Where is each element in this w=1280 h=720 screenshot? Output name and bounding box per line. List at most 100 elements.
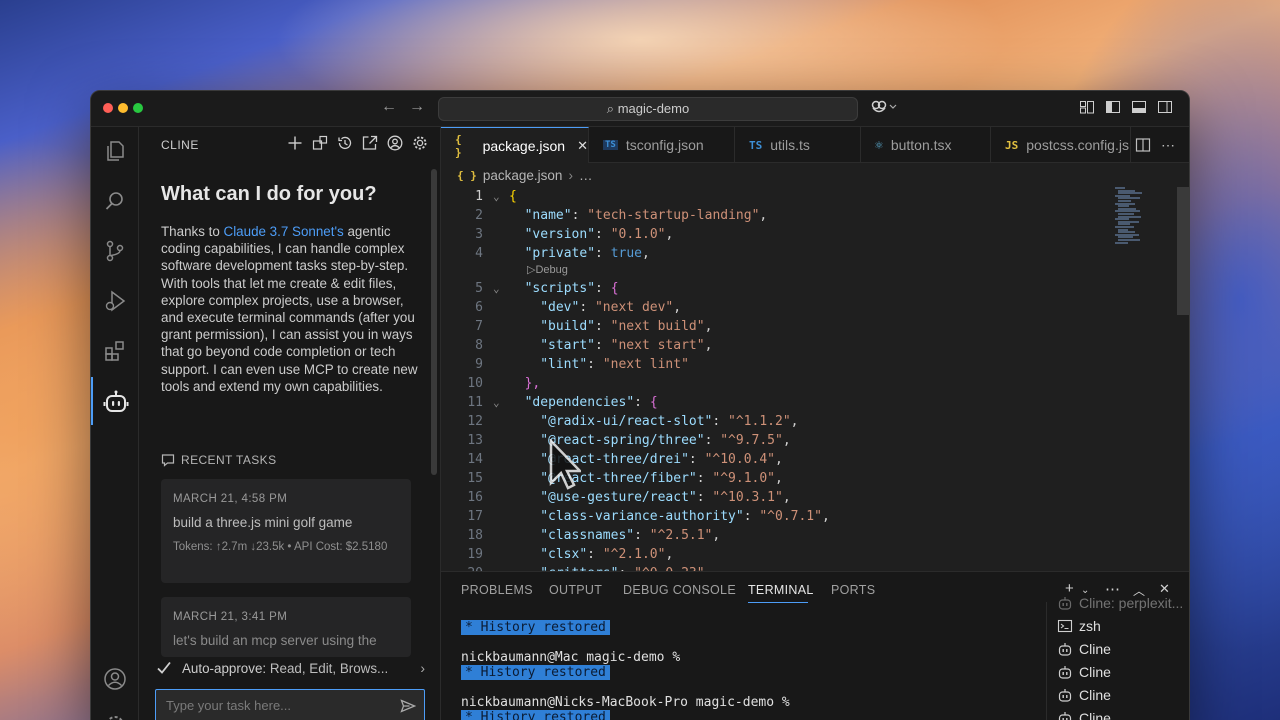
manage-gear-icon[interactable] bbox=[103, 713, 127, 720]
history-icon[interactable] bbox=[337, 135, 353, 151]
json-value: "^1.1.2" bbox=[728, 414, 791, 429]
tab-terminal[interactable]: TERMINAL bbox=[748, 583, 814, 597]
terminal-line: nickbaumann@Mac magic-demo % bbox=[461, 650, 680, 666]
split-editor-icon[interactable] bbox=[1135, 137, 1151, 156]
json-value: "^9.1.0" bbox=[712, 471, 776, 486]
line-number: 5 bbox=[475, 281, 483, 296]
json-value: "next dev" bbox=[594, 300, 674, 315]
search-icon[interactable] bbox=[103, 189, 127, 213]
sidebar-scrollbar[interactable] bbox=[431, 169, 437, 475]
auto-approve-toggle[interactable]: Auto-approve: Read, Edit, Brows... › bbox=[155, 657, 425, 679]
toggle-primary-sidebar-icon[interactable] bbox=[1105, 99, 1121, 118]
line-number: 19 bbox=[467, 547, 483, 562]
terminal-icon bbox=[1057, 619, 1073, 633]
code-line: 15 "@react-three/fiber": "^9.1.0", bbox=[441, 469, 1141, 488]
forward-arrow-icon[interactable]: → bbox=[409, 98, 425, 116]
settings-gear-icon[interactable] bbox=[412, 135, 428, 151]
copilot-icon[interactable] bbox=[871, 99, 897, 118]
checkmark-icon[interactable] bbox=[155, 659, 173, 677]
json-value: "^2.5.1" bbox=[649, 528, 713, 543]
json-value: "tech-startup-landing" bbox=[587, 208, 760, 223]
command-center-search[interactable]: ⌕ magic-demo bbox=[438, 97, 858, 121]
back-arrow-icon[interactable]: ← bbox=[381, 98, 397, 116]
line-number: 18 bbox=[467, 528, 483, 543]
code-line: 17 "class-variance-authority": "^0.7.1", bbox=[441, 507, 1141, 526]
terminal-list-item[interactable]: Cline bbox=[1057, 661, 1111, 683]
terminal-list-item[interactable]: Cline bbox=[1057, 707, 1111, 720]
fold-chevron-icon[interactable]: ⌄ bbox=[493, 393, 500, 412]
minimize-window-button[interactable] bbox=[118, 103, 128, 113]
run-debug-icon[interactable] bbox=[103, 289, 127, 313]
fold-chevron-icon[interactable]: ⌄ bbox=[493, 279, 500, 298]
tab-tsconfig-json[interactable]: TS tsconfig.json bbox=[589, 127, 735, 163]
line-number: 6 bbox=[475, 300, 483, 315]
cline-sidebar: CLINE What can I do for you? Thanks to C… bbox=[139, 127, 441, 720]
more-actions-icon[interactable]: ⋯ bbox=[1161, 137, 1175, 154]
task-input-placeholder: Type your task here... bbox=[166, 698, 292, 713]
cline-robot-icon bbox=[1058, 712, 1072, 720]
mcp-servers-icon[interactable] bbox=[312, 135, 328, 151]
tab-postcss-config-js[interactable]: JS postcss.config.js bbox=[991, 127, 1131, 163]
terminal-list-item[interactable]: Cline bbox=[1057, 684, 1111, 706]
terminal-list-item[interactable]: Cline: perplexit... bbox=[1057, 592, 1183, 614]
tab-debug-console[interactable]: DEBUG CONSOLE bbox=[623, 583, 736, 597]
customize-layout-icon[interactable] bbox=[1079, 99, 1095, 118]
typescript-file-icon: TS bbox=[603, 140, 618, 150]
recent-tasks-heading: RECENT TASKS bbox=[161, 453, 277, 467]
tab-package-json[interactable]: { } package.json ✕ bbox=[441, 127, 589, 163]
minimap[interactable] bbox=[1113, 187, 1143, 247]
task-date: MARCH 21, 4:58 PM bbox=[173, 493, 288, 505]
line-number: 1 bbox=[475, 189, 483, 204]
editor-scrollbar[interactable] bbox=[1177, 187, 1189, 315]
tab-ports[interactable]: PORTS bbox=[831, 583, 875, 597]
tab-button-tsx[interactable]: ⚛ button.tsx bbox=[861, 127, 991, 163]
cline-robot-icon bbox=[1058, 666, 1072, 679]
account-icon[interactable] bbox=[103, 667, 127, 691]
task-input[interactable]: Type your task here... bbox=[155, 689, 425, 720]
tab-output[interactable]: OUTPUT bbox=[549, 583, 602, 597]
terminal-list-label: Cline bbox=[1079, 687, 1111, 703]
recent-task-card[interactable]: MARCH 21, 3:41 PM let's build an mcp ser… bbox=[161, 597, 411, 657]
tab-label: package.json bbox=[482, 137, 566, 154]
close-tab-icon[interactable]: ✕ bbox=[577, 138, 588, 154]
explorer-icon[interactable] bbox=[103, 139, 127, 163]
welcome-text-pre: Thanks to bbox=[161, 224, 224, 239]
search-icon: ⌕ bbox=[606, 101, 618, 116]
code-content: "clsx": "^2.1.0", bbox=[540, 547, 674, 562]
tab-utils-ts[interactable]: TS utils.ts bbox=[735, 127, 861, 163]
tab-label: utils.ts bbox=[770, 137, 810, 153]
json-value: "next build" bbox=[610, 319, 705, 334]
send-icon[interactable] bbox=[400, 698, 416, 714]
chevron-right-icon[interactable]: › bbox=[420, 660, 425, 676]
extensions-icon[interactable] bbox=[103, 339, 127, 363]
code-content: "name": "tech-startup-landing", bbox=[524, 208, 768, 223]
code-content: "dependencies": { bbox=[524, 395, 658, 410]
json-key: "name" bbox=[524, 208, 572, 223]
code-content: "start": "next start", bbox=[540, 338, 713, 353]
toggle-secondary-sidebar-icon[interactable] bbox=[1157, 99, 1173, 118]
debug-codelens[interactable]: ▷Debug bbox=[527, 263, 568, 276]
code-line: 19 "clsx": "^2.1.0", bbox=[441, 545, 1141, 564]
breadcrumb-file[interactable]: package.json bbox=[483, 168, 563, 183]
tab-problems[interactable]: PROBLEMS bbox=[461, 583, 533, 597]
new-task-plus-icon[interactable] bbox=[287, 135, 303, 151]
cline-robot-icon[interactable] bbox=[103, 389, 129, 413]
account-circle-icon[interactable] bbox=[387, 135, 403, 151]
terminal-list-item[interactable]: zsh bbox=[1057, 615, 1101, 637]
breadcrumb-rest[interactable]: … bbox=[579, 168, 593, 183]
source-control-icon[interactable] bbox=[103, 239, 127, 263]
toggle-panel-icon[interactable] bbox=[1131, 99, 1147, 118]
code-line: 10}, bbox=[441, 374, 1141, 393]
terminal-list-label: Cline bbox=[1079, 664, 1111, 680]
maximize-window-button[interactable] bbox=[133, 103, 143, 113]
terminal-list-item[interactable]: Cline bbox=[1057, 638, 1111, 660]
fold-chevron-icon[interactable]: ⌄ bbox=[493, 187, 500, 206]
model-link[interactable]: Claude 3.7 Sonnet's bbox=[224, 224, 344, 239]
code-editor[interactable]: 1 ⌄ {2 "name": "tech-startup-landing", 3 "ver… bbox=[441, 187, 1161, 571]
close-window-button[interactable] bbox=[103, 103, 113, 113]
code-line: 6 "dev": "next dev", bbox=[441, 298, 1141, 317]
recent-task-card[interactable]: MARCH 21, 4:58 PM build a three.js mini … bbox=[161, 479, 411, 583]
line-number: 4 bbox=[475, 246, 483, 261]
popout-icon[interactable] bbox=[362, 135, 378, 151]
line-number: 9 bbox=[475, 357, 483, 372]
